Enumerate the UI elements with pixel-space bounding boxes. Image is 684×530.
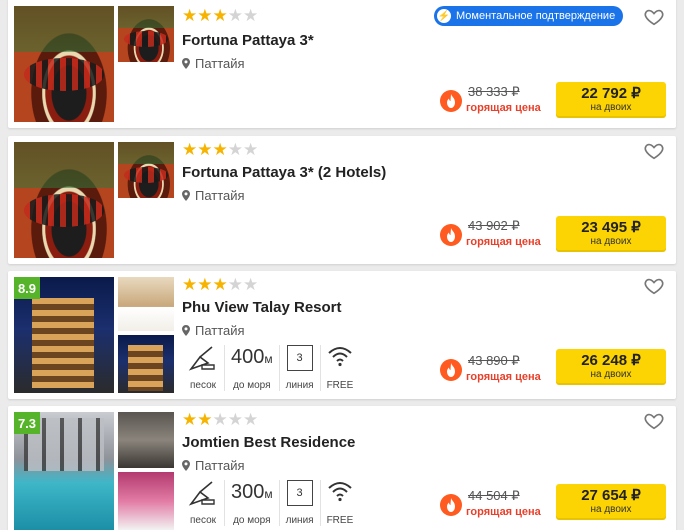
hotel-location: Паттайя [182,458,245,473]
beach-line-number: 3 [286,345,313,371]
hotel-location: Паттайя [182,323,245,338]
hotel-card[interactable]: ★★★★★ Fortuna Pattaya 3* (2 Hotels) Патт… [8,136,676,264]
map-pin-icon [182,460,190,471]
hotel-name[interactable]: Phu View Talay Resort [182,299,342,316]
star-rating: ★★★★★ [182,275,259,294]
old-price: 38 333 ₽ [468,84,520,99]
distance-feature: 400м до моря [225,345,280,391]
hotel-name[interactable]: Jomtien Best Residence [182,434,355,451]
wifi-feature: FREE [321,480,360,526]
beach-line-feature: 3 линия [280,480,321,526]
fire-icon [440,224,462,246]
beach-shovel-icon [188,346,215,371]
instant-confirmation-badge: ⚡ Моментальное подтверждение [434,6,624,26]
heart-icon[interactable] [643,410,665,432]
hotel-photo-thumb[interactable] [118,6,174,62]
beach-shovel-icon [188,481,215,506]
hotel-card[interactable]: 7.3 ★★★★★ Jomtien Best Residence Паттайя… [8,406,676,530]
hot-price-label: горящая цена [466,371,541,383]
hotel-photo-thumb[interactable] [118,142,174,198]
fire-icon [440,494,462,516]
star-rating: ★★★★★ [182,140,259,159]
heart-icon[interactable] [643,275,665,297]
price-button[interactable]: 23 495 ₽ на двоих [556,216,666,252]
hotel-name[interactable]: Fortuna Pattaya 3* [182,32,314,49]
fire-icon [440,90,462,112]
beach-feature: песок [182,345,225,391]
old-price: 43 890 ₽ [468,353,520,368]
map-pin-icon [182,58,190,69]
hot-price-label: горящая цена [466,236,541,248]
old-price: 44 504 ₽ [468,488,520,503]
hotel-photo-main[interactable] [14,142,114,258]
map-pin-icon [182,190,190,201]
beach-feature: песок [182,480,225,526]
old-price: 43 902 ₽ [468,218,520,233]
hotel-photo-thumb[interactable] [118,412,174,468]
lightning-icon: ⚡ [437,9,451,23]
wifi-icon [328,482,352,502]
hot-price-label: горящая цена [466,102,541,114]
heart-icon[interactable] [643,140,665,162]
wifi-icon [328,347,352,367]
guest-rating-badge: 7.3 [14,412,40,434]
hotel-photo-thumb[interactable] [118,472,174,530]
price-button[interactable]: 22 792 ₽ на двоих [556,82,666,118]
hotel-photo-thumb[interactable] [118,335,174,393]
star-rating: ★★★★★ [182,410,259,429]
hotel-photo-main[interactable] [14,6,114,122]
hotel-card[interactable]: ★★★★★ ⚡ Моментальное подтверждение Fortu… [8,0,676,128]
hotel-name[interactable]: Fortuna Pattaya 3* (2 Hotels) [182,164,386,181]
hotel-features: песок 300м до моря 3 линия FREE [182,480,359,526]
hotel-photo-thumb[interactable] [118,277,174,331]
beach-line-number: 3 [286,480,313,506]
map-pin-icon [182,325,190,336]
fire-icon [440,359,462,381]
price-button[interactable]: 27 654 ₽ на двоих [556,484,666,520]
distance-feature: 300м до моря [225,480,280,526]
hotel-location: Паттайя [182,188,245,203]
wifi-feature: FREE [321,345,360,391]
hotel-location: Паттайя [182,56,245,71]
hotel-features: песок 400м до моря 3 линия FREE [182,345,359,391]
hotel-card[interactable]: 8.9 ★★★★★ Phu View Talay Resort Паттайя … [8,271,676,399]
heart-icon[interactable] [643,6,665,28]
guest-rating-badge: 8.9 [14,277,40,299]
star-rating: ★★★★★ [182,6,259,25]
hot-price-label: горящая цена [466,506,541,518]
price-button[interactable]: 26 248 ₽ на двоих [556,349,666,385]
beach-line-feature: 3 линия [280,345,321,391]
